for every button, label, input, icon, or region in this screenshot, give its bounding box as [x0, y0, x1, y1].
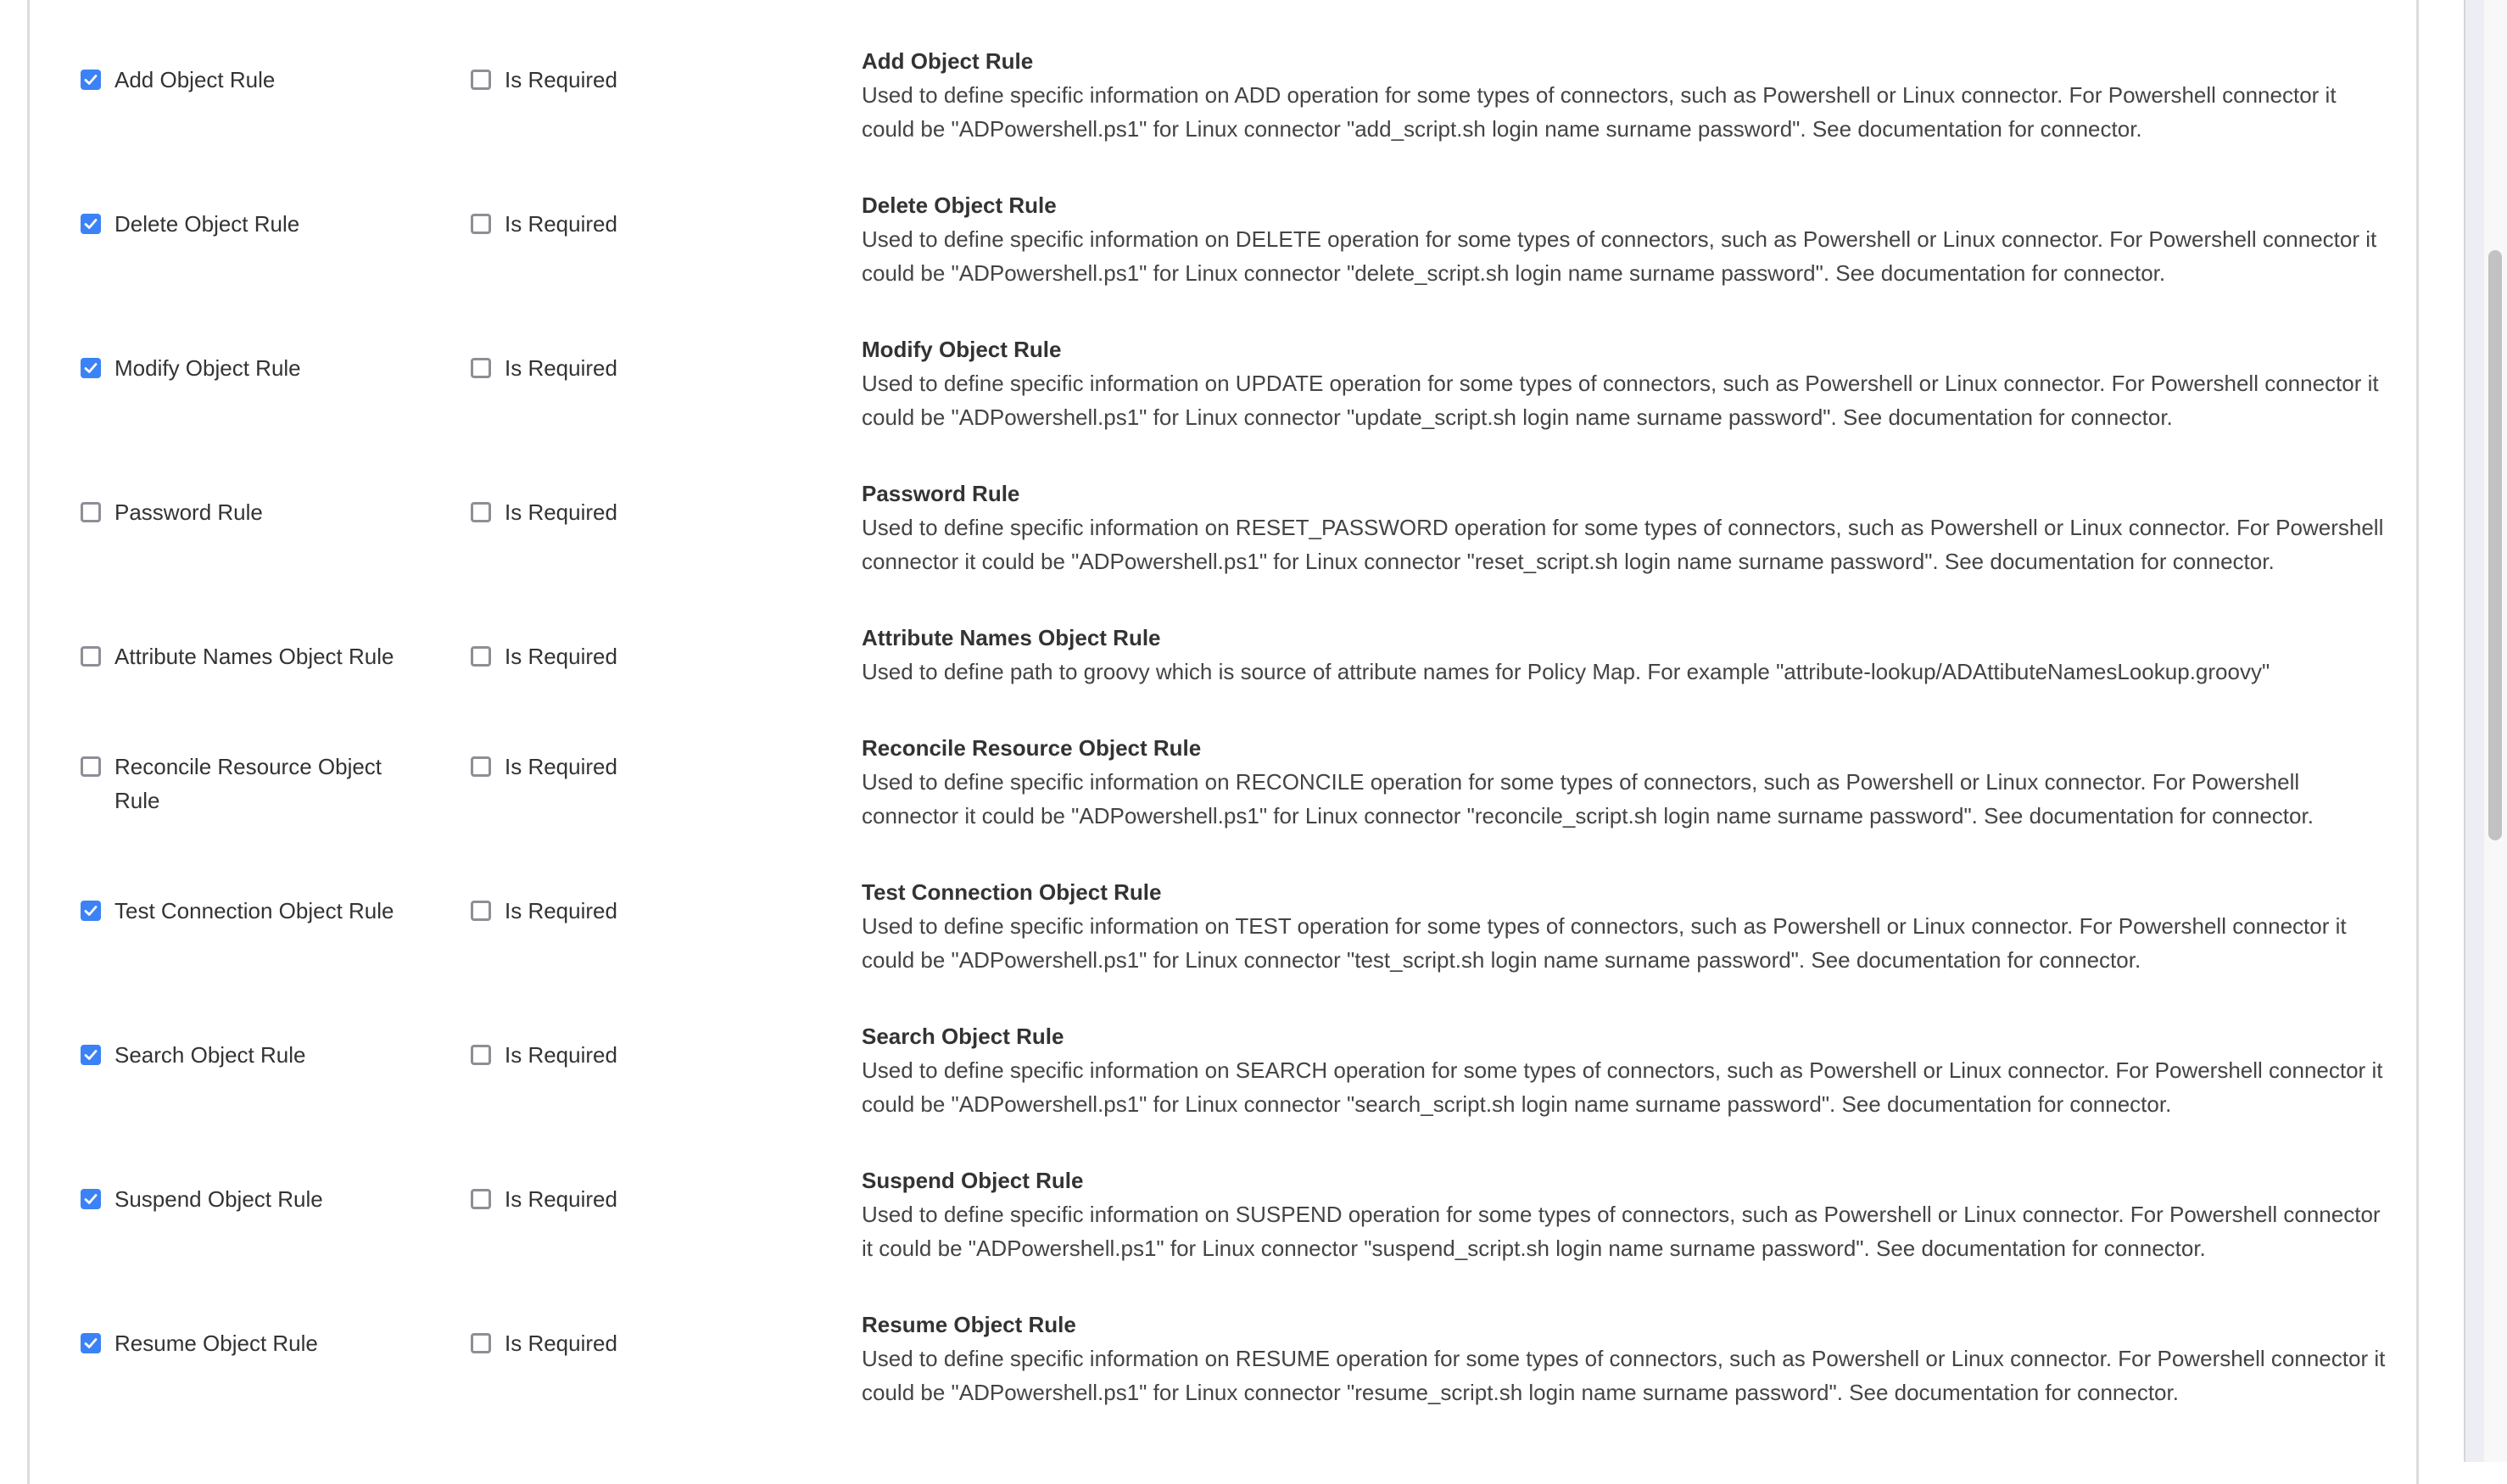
rule-description-title: Password Rule: [862, 481, 1020, 506]
rules-card: Add Object Rule Is Required Add Object R…: [27, 0, 2419, 1484]
rule-checkbox[interactable]: [81, 1189, 101, 1209]
rule-checkbox[interactable]: [81, 70, 101, 90]
is-required-checkbox[interactable]: [471, 502, 491, 522]
checkmark-icon: [84, 1194, 98, 1204]
rule-description-title: Attribute Names Object Rule: [862, 625, 1161, 650]
rule-description-text: Used to define specific information on U…: [862, 371, 2379, 430]
rule-checkbox-label[interactable]: Resume Object Rule: [114, 1326, 420, 1360]
is-required-checkbox[interactable]: [471, 756, 491, 777]
rule-description-title: Test Connection Object Rule: [862, 879, 1162, 905]
rule-checkbox-label[interactable]: Suspend Object Rule: [114, 1182, 420, 1216]
rule-checkbox-label[interactable]: Attribute Names Object Rule: [114, 639, 420, 673]
rule-checkbox[interactable]: [81, 646, 101, 667]
rule-checkbox-label[interactable]: Delete Object Rule: [114, 207, 420, 241]
right-gutter: [2421, 0, 2460, 1462]
is-required-checkbox[interactable]: [471, 1045, 491, 1065]
rule-description-text: Used to define specific information on T…: [862, 913, 2347, 973]
rule-description-block: Password Rule Used to define specific in…: [862, 477, 2388, 578]
rule-checkbox[interactable]: [81, 358, 101, 378]
is-required-label[interactable]: Is Required: [505, 1182, 617, 1216]
rule-description-text: Used to define specific information on R…: [862, 515, 2384, 574]
is-required-label[interactable]: Is Required: [505, 639, 617, 673]
is-required-checkbox[interactable]: [471, 214, 491, 234]
rule-description-title: Modify Object Rule: [862, 337, 1062, 362]
rule-description-title: Reconcile Resource Object Rule: [862, 735, 1202, 761]
is-required-checkbox[interactable]: [471, 70, 491, 90]
rule-description-text: Used to define specific information on R…: [862, 1346, 2386, 1405]
rule-checkbox-label[interactable]: Password Rule: [114, 495, 420, 529]
rule-checkbox[interactable]: [81, 214, 101, 234]
is-required-label[interactable]: Is Required: [505, 1038, 617, 1072]
is-required-label[interactable]: Is Required: [505, 894, 617, 928]
rule-checkbox[interactable]: [81, 756, 101, 777]
checkmark-icon: [84, 1050, 98, 1060]
is-required-checkbox[interactable]: [471, 901, 491, 921]
rule-description-block: Reconcile Resource Object Rule Used to d…: [862, 731, 2388, 833]
is-required-label[interactable]: Is Required: [505, 1326, 617, 1360]
rule-description-text: Used to define path to groovy which is s…: [862, 659, 2270, 684]
checkmark-icon: [84, 1338, 98, 1348]
page: Add Object Rule Is Required Add Object R…: [0, 0, 2507, 1484]
rule-checkbox-label[interactable]: Modify Object Rule: [114, 351, 420, 385]
rule-description-title: Add Object Rule: [862, 48, 1034, 74]
rule-description-title: Resume Object Rule: [862, 1312, 1076, 1337]
rule-checkbox[interactable]: [81, 1045, 101, 1065]
rule-description-block: Test Connection Object Rule Used to defi…: [862, 875, 2388, 977]
is-required-label[interactable]: Is Required: [505, 750, 617, 784]
rule-checkbox-label[interactable]: Add Object Rule: [114, 63, 420, 97]
rule-description-title: Suspend Object Rule: [862, 1168, 1084, 1193]
rule-description-block: Search Object Rule Used to define specif…: [862, 1019, 2388, 1121]
rule-description-block: Delete Object Rule Used to define specif…: [862, 188, 2388, 290]
rule-checkbox-label[interactable]: Reconcile Resource Object Rule: [114, 750, 420, 817]
is-required-label[interactable]: Is Required: [505, 207, 617, 241]
rule-description-block: Suspend Object Rule Used to define speci…: [862, 1163, 2388, 1265]
is-required-label[interactable]: Is Required: [505, 495, 617, 529]
rule-checkbox-label[interactable]: Test Connection Object Rule: [114, 894, 420, 928]
rule-description-block: Add Object Rule Used to define specific …: [862, 44, 2388, 146]
rule-description-text: Used to define specific information on D…: [862, 226, 2377, 286]
scrollbar-thumb[interactable]: [2488, 250, 2502, 840]
rule-description-text: Used to define specific information on S…: [862, 1057, 2383, 1117]
rule-description-text: Used to define specific information on R…: [862, 769, 2314, 828]
checkmark-icon: [84, 906, 98, 916]
is-required-checkbox[interactable]: [471, 1189, 491, 1209]
is-required-label[interactable]: Is Required: [505, 63, 617, 97]
is-required-checkbox[interactable]: [471, 358, 491, 378]
rule-checkbox[interactable]: [81, 901, 101, 921]
rule-checkbox[interactable]: [81, 1333, 101, 1353]
rule-description-title: Delete Object Rule: [862, 192, 1057, 218]
rule-checkbox-label[interactable]: Search Object Rule: [114, 1038, 420, 1072]
rule-description-text: Used to define specific information on A…: [862, 82, 2337, 142]
is-required-label[interactable]: Is Required: [505, 351, 617, 385]
rule-description-title: Search Object Rule: [862, 1024, 1064, 1049]
rule-description-text: Used to define specific information on S…: [862, 1202, 2381, 1261]
is-required-checkbox[interactable]: [471, 1333, 491, 1353]
rule-checkbox[interactable]: [81, 502, 101, 522]
checkmark-icon: [84, 219, 98, 229]
rule-description-block: Attribute Names Object Rule Used to defi…: [862, 621, 2388, 689]
rule-description-block: Resume Object Rule Used to define specif…: [862, 1308, 2388, 1409]
checkmark-icon: [84, 363, 98, 373]
is-required-checkbox[interactable]: [471, 646, 491, 667]
rule-description-block: Modify Object Rule Used to define specif…: [862, 332, 2388, 434]
checkmark-icon: [84, 75, 98, 85]
